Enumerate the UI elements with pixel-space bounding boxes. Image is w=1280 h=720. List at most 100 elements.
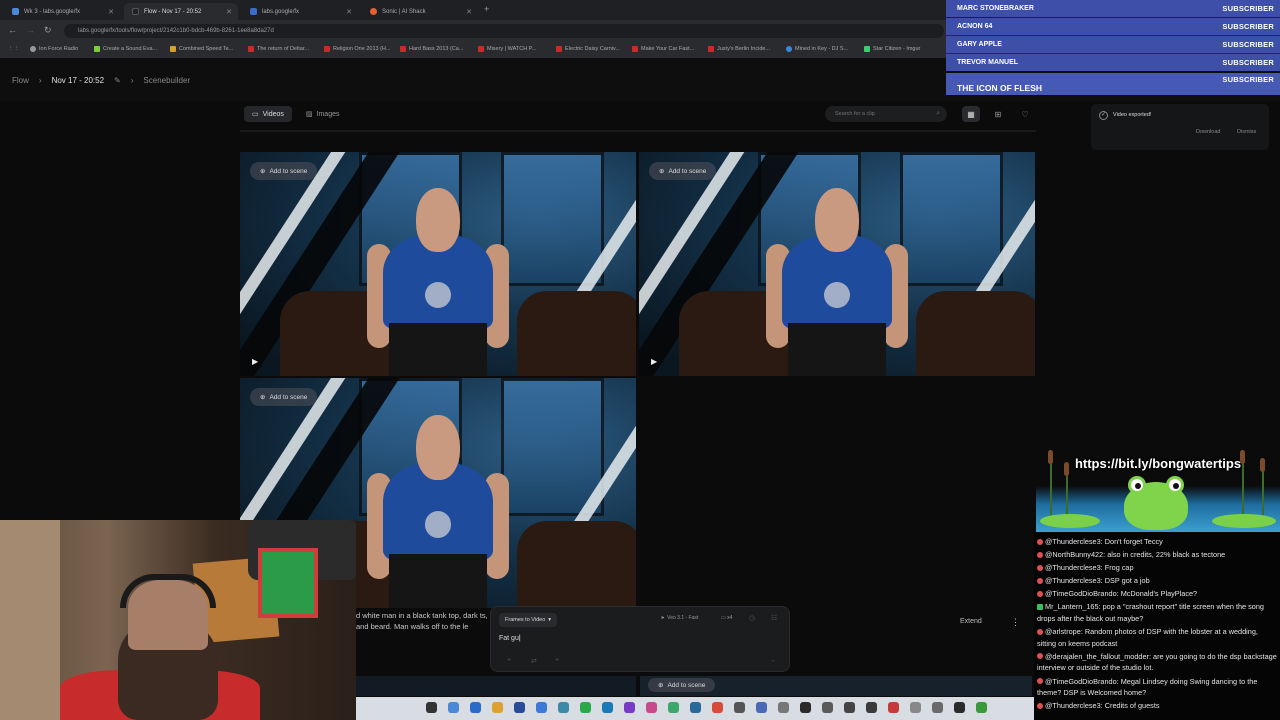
taskbar-app-icon[interactable] [624,702,635,713]
play-icon[interactable]: ▶ [252,357,258,366]
taskbar-app-icon[interactable] [932,702,943,713]
project-title[interactable]: Nov 17 - 20:52 [52,76,104,85]
bookmark[interactable]: Mined in Key - DJ S... [786,46,848,52]
taskbar-app-icon[interactable] [668,702,679,713]
model-selector[interactable]: 🕪 Veo 3.1 - Fast [661,615,698,621]
bookmark[interactable]: Combined Speed Te... [170,46,233,52]
swap-icon[interactable]: ⇄ [531,657,537,665]
taskbar-app-icon[interactable] [514,702,525,713]
back-icon[interactable]: ← [8,25,17,35]
download-button[interactable]: Download [1196,129,1220,135]
taskbar-app-icon[interactable] [844,702,855,713]
tab-videos[interactable]: ▭ Videos [244,106,292,122]
video-clip-tile[interactable]: ⊕ Add to scene ▶ [240,152,636,376]
browser-tab[interactable]: labs.google/fx ✕ [242,3,358,20]
taskbar-app-icon[interactable] [580,702,591,713]
taskbar-app-icon[interactable] [954,702,965,713]
bookmark[interactable]: Religion One 2013 (H... [324,46,390,52]
taskbar-app-icon[interactable] [426,702,437,713]
bookmark[interactable]: Hard Bass 2013 (Ca... [400,46,463,52]
dismiss-button[interactable]: Dismiss [1237,129,1256,135]
taskbar-app-icon[interactable] [800,702,811,713]
youtube-icon [1037,653,1043,660]
bookmark[interactable]: The return of Deltar... [248,46,309,52]
breadcrumb-flow[interactable]: Flow [12,76,29,85]
taskbar-app-icon[interactable] [470,702,481,713]
taskbar-app-icon[interactable] [602,702,613,713]
favorites-icon[interactable]: ♡ [1016,106,1034,122]
taskbar-app-icon[interactable] [536,702,547,713]
taskbar-app-icon[interactable] [492,702,503,713]
chat-message: @Thunderclese3: Don't forget Teccy [1037,536,1277,548]
apps-icon[interactable]: ⋮⋮ [8,46,19,52]
prompt-composer: Frames to Video ▾ 🕪 Veo 3.1 - Fast ▭ x4 ◷ … [490,606,790,672]
breadcrumb-scenebuilder: Scenebuilder [143,76,191,85]
bookmark[interactable]: Star Citizen - Imgur [864,46,920,52]
grid-view-icon[interactable]: ▦ [962,106,980,122]
clip-search-input[interactable]: Search for a clip ⌕ [825,106,947,122]
export-toast: ✓ Video exported! Download Dismiss [1091,104,1269,150]
taskbar-app-icon[interactable] [558,702,569,713]
youtube-icon [1037,577,1043,584]
taskbar-app-icon[interactable] [734,702,745,713]
play-icon[interactable]: ▶ [651,357,657,366]
chevron-right-icon: › [130,76,134,85]
taskbar-app-icon[interactable] [448,702,459,713]
media-type-toggle: ▭ Videos ▨ Images [244,106,348,122]
output-count[interactable]: ▭ x4 [721,615,732,621]
video-clip-tile-partial[interactable]: ⊕ Add to scene [640,676,1032,696]
edit-icon[interactable]: ✎ [114,76,121,85]
taskbar-app-icon[interactable] [756,702,767,713]
url-field[interactable]: labs.google/fx/tools/flow/project/2142c1… [64,24,944,38]
close-icon[interactable]: ✕ [466,8,472,16]
browser-tab[interactable]: Sonic | AI Shack ✕ [362,3,478,20]
add-to-scene-button[interactable]: ⊕ Add to scene [250,162,318,180]
browser-tab-active[interactable]: Flow - Nov 17 - 20:52 ✕ [124,3,238,20]
chair [517,290,636,376]
video-clip-tile[interactable]: ⊕ Add to scene ▶ [639,152,1035,376]
taskbar-app-icon[interactable] [778,702,789,713]
taskbar-app-icon[interactable] [910,702,921,713]
taskbar-app-icon[interactable] [712,702,723,713]
bookmark[interactable]: Ion Force Radio [30,46,78,52]
history-icon[interactable]: ◷ [749,614,755,622]
tab-images[interactable]: ▨ Images [298,106,348,122]
close-icon[interactable]: ✕ [108,8,114,16]
chair [916,290,1035,376]
add-frame-icon[interactable]: + [555,657,559,664]
close-icon[interactable]: ✕ [346,8,352,16]
send-icon[interactable]: → [769,657,776,664]
bookmark[interactable]: Electric Daisy Carniv... [556,46,620,52]
video-clip-tile-partial[interactable] [356,676,636,696]
taskbar-app-icon[interactable] [866,702,877,713]
youtube-icon [478,46,484,52]
new-tab-icon[interactable]: + [484,4,489,14]
more-options-icon[interactable]: ⋮ [1011,617,1020,628]
browser-tab[interactable]: Wk 3 - labs.google/fx ✕ [4,3,120,20]
close-icon[interactable]: ✕ [226,8,232,16]
taskbar-app-icon[interactable] [976,702,987,713]
taskbar-app-icon[interactable] [690,702,701,713]
video-icon: ▭ [252,111,259,118]
reload-icon[interactable]: ↻ [44,25,52,36]
mode-dropdown[interactable]: Frames to Video ▾ [499,613,558,627]
settings-icon[interactable]: ☷ [771,614,777,622]
taskbar-app-icon[interactable] [888,702,899,713]
add-frame-icon[interactable]: + [507,657,511,664]
taskbar-app-icon[interactable] [822,702,833,713]
add-to-scene-button[interactable]: ⊕ Add to scene [648,678,716,692]
bookmark[interactable]: Create a Sound Eva... [94,46,157,52]
forward-icon[interactable]: → [26,25,35,35]
bookmark[interactable]: Justy's Berlin Incide... [708,46,770,52]
bookmark[interactable]: Misery | WATCH P... [478,46,536,52]
large-grid-view-icon[interactable]: ⊞ [989,106,1007,122]
bookmark[interactable]: Make Your Car Fast... [632,46,694,52]
add-to-scene-button[interactable]: ⊕ Add to scene [649,162,717,180]
tab-favicon-icon [12,8,19,15]
taskbar-app-icon[interactable] [646,702,657,713]
add-to-scene-button[interactable]: ⊕ Add to scene [250,388,318,406]
bookmark-icon [30,46,36,52]
person-figure [766,187,908,376]
extend-button[interactable]: Extend [960,618,982,625]
prompt-input[interactable]: Fat gu| [499,635,521,642]
